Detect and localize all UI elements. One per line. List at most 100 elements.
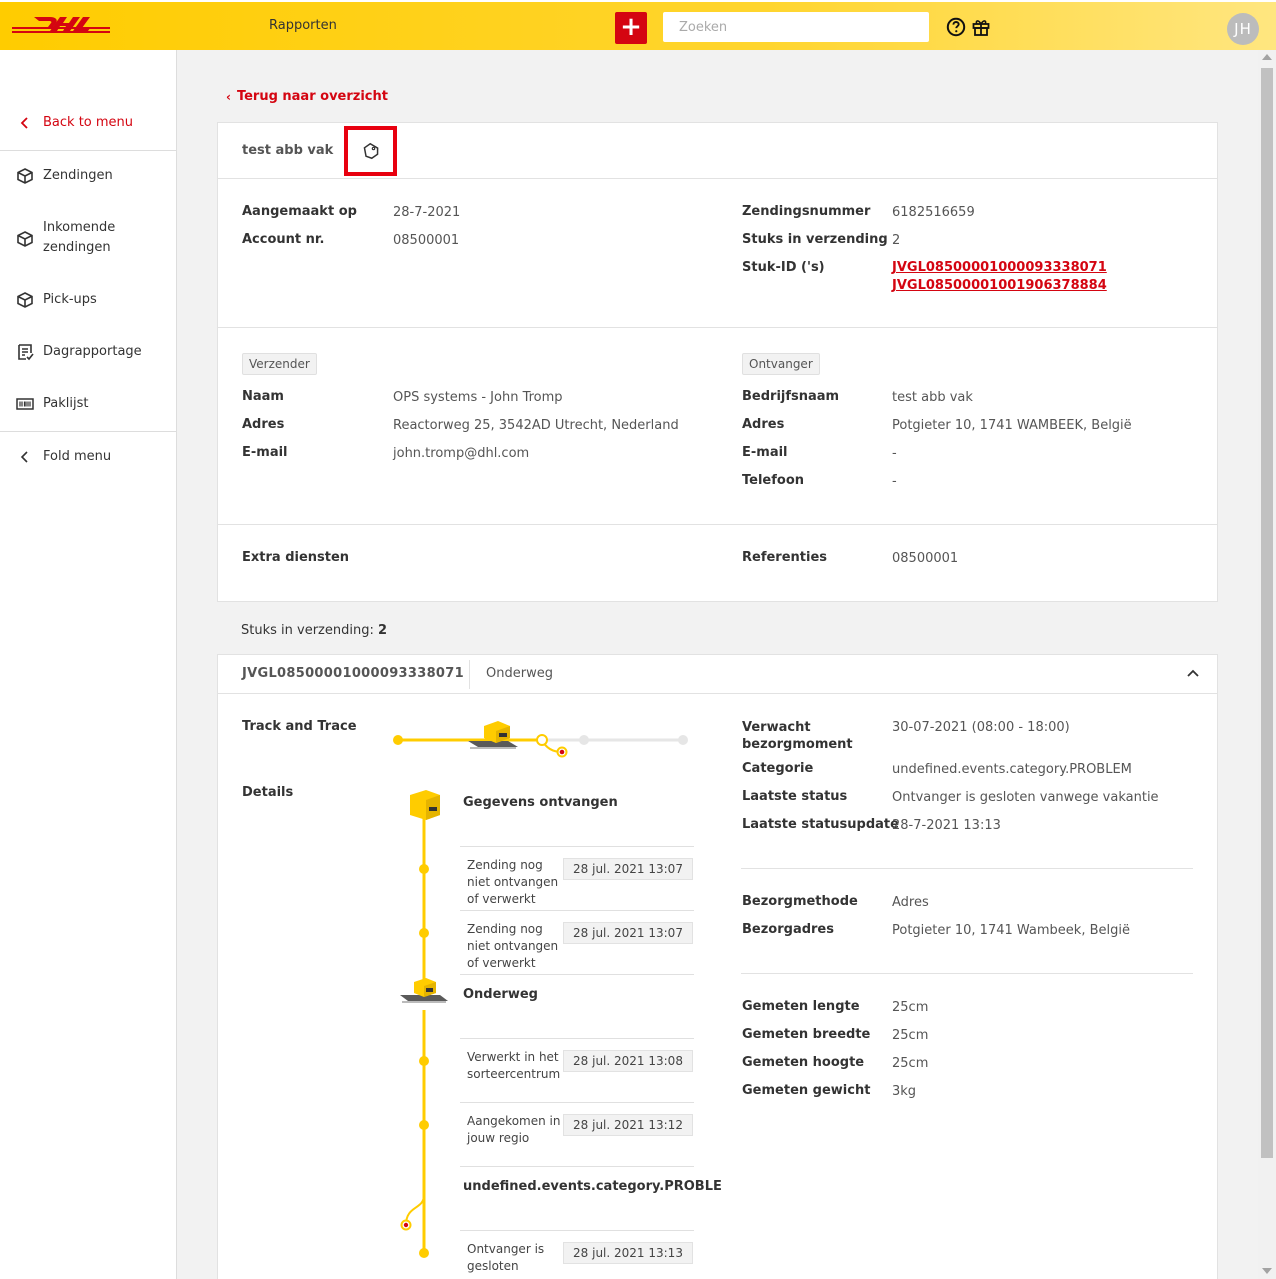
scrollbar-thumb[interactable] bbox=[1261, 68, 1273, 1158]
sender-email-value: john.tromp@dhl.com bbox=[393, 446, 530, 461]
event-divider bbox=[460, 1166, 694, 1167]
length-label: Gemeten lengte bbox=[742, 999, 860, 1014]
event-divider bbox=[460, 1102, 694, 1103]
piece-status: Onderweg bbox=[486, 666, 553, 681]
tag-button[interactable] bbox=[344, 126, 397, 176]
user-avatar[interactable]: JH bbox=[1227, 13, 1259, 45]
delivery-address-value: Potgieter 10, 1741 Wambeek, België bbox=[892, 923, 1130, 938]
chevron-up-icon[interactable] bbox=[1186, 666, 1200, 680]
piece-card: JVGL08500001000093338071 Onderweg Track … bbox=[217, 654, 1218, 1279]
event-time: 28 jul. 2021 13:07 bbox=[563, 922, 693, 944]
back-to-overview-label: Terug naar overzicht bbox=[236, 89, 388, 104]
height-label: Gemeten hoogte bbox=[742, 1055, 865, 1070]
conveyor-icon bbox=[400, 978, 448, 1003]
header-separator bbox=[469, 660, 470, 689]
pieces-summary: Stuks in verzending: 2 bbox=[241, 623, 387, 638]
timeline-line bbox=[400, 790, 448, 1258]
pieces-label: Stuks in verzending bbox=[742, 232, 888, 247]
receiver-company-value: test abb vak bbox=[892, 390, 973, 405]
piece-card-header[interactable]: JVGL08500001000093338071 Onderweg bbox=[218, 655, 1217, 694]
shipment-number-label: Zendingsnummer bbox=[742, 204, 871, 219]
sidebar-item-label: Dagrapportage bbox=[43, 344, 142, 359]
package-icon bbox=[17, 231, 33, 247]
sender-name-value: OPS systems - John Tromp bbox=[393, 390, 563, 405]
sidebar-item-paklijst[interactable]: Paklijst bbox=[0, 394, 176, 414]
shipment-card: test abb vak Aangemaakt op 28-7-2021 Acc… bbox=[217, 122, 1218, 602]
sidebar: Back to menu Zendingen Inkomende zending… bbox=[0, 50, 177, 1279]
weight-label: Gemeten gewicht bbox=[742, 1083, 871, 1098]
sidebar-item-label: Paklijst bbox=[43, 396, 89, 411]
sender-address-label: Adres bbox=[242, 417, 285, 432]
event-divider bbox=[460, 1230, 694, 1231]
event-divider bbox=[460, 974, 694, 975]
chevron-left-icon bbox=[20, 451, 28, 463]
gift-icon[interactable] bbox=[971, 17, 991, 37]
receiver-address-label: Adres bbox=[742, 417, 785, 432]
report-icon bbox=[18, 344, 34, 361]
event-divider bbox=[460, 910, 694, 911]
package-received-icon bbox=[410, 790, 440, 820]
delivery-method-label: Bezorgmethode bbox=[742, 894, 858, 909]
height-value: 25cm bbox=[892, 1056, 929, 1071]
piece-id-link[interactable]: JVGL08500001000093338071 bbox=[892, 260, 1107, 275]
event-time: 28 jul. 2021 13:07 bbox=[563, 858, 693, 880]
scroll-up-arrow[interactable] bbox=[1262, 54, 1272, 60]
references-label: Referenties bbox=[742, 550, 828, 565]
sidebar-back-to-menu[interactable]: Back to menu bbox=[0, 113, 176, 133]
last-status-label: Laatste status bbox=[742, 789, 848, 804]
details-label: Details bbox=[242, 785, 294, 800]
sender-email-label: E-mail bbox=[242, 445, 288, 460]
event-divider bbox=[460, 1038, 694, 1039]
section-divider bbox=[741, 868, 1193, 869]
references-value: 08500001 bbox=[892, 551, 959, 566]
weight-value: 3kg bbox=[892, 1084, 917, 1099]
sidebar-item-zendingen[interactable]: Zendingen bbox=[0, 166, 176, 186]
package-icon bbox=[17, 292, 33, 308]
event-description: Ontvanger is gesloten bbox=[467, 1242, 545, 1273]
conveyor-icon bbox=[468, 721, 518, 749]
sidebar-item-inkomende[interactable]: Inkomende zendingen bbox=[0, 218, 176, 258]
piece-id-link[interactable]: JVGL08500001001906378884 bbox=[892, 278, 1107, 293]
sender-address-value: Reactorweg 25, 3542AD Utrecht, Nederland bbox=[393, 418, 679, 433]
scroll-down-arrow[interactable] bbox=[1262, 1268, 1272, 1274]
pieces-value: 2 bbox=[892, 233, 901, 248]
pieces-summary-value: 2 bbox=[377, 623, 388, 638]
sidebar-item-dagrapportage[interactable]: Dagrapportage bbox=[0, 342, 176, 362]
receiver-company-label: Bedrijfsnaam bbox=[742, 389, 840, 404]
delivery-address-label: Bezorgadres bbox=[742, 922, 834, 937]
chevron-left-icon bbox=[20, 117, 28, 129]
category-value: undefined.events.category.PROBLEM bbox=[892, 762, 1132, 777]
created-value: 28-7-2021 bbox=[393, 205, 461, 220]
search-input[interactable] bbox=[663, 12, 929, 42]
event-time: 28 jul. 2021 13:13 bbox=[563, 1242, 693, 1264]
back-to-overview-link[interactable]: ‹ Terug naar overzicht bbox=[226, 89, 388, 104]
event-title: undefined.events.category.PROBLE bbox=[463, 1179, 722, 1194]
help-icon[interactable] bbox=[946, 17, 966, 37]
event-time: 28 jul. 2021 13:12 bbox=[563, 1114, 693, 1136]
top-header: Rapporten + JH bbox=[0, 0, 1276, 50]
sidebar-item-pickups[interactable]: Pick-ups bbox=[0, 290, 176, 310]
tag-icon bbox=[363, 142, 379, 160]
nav-rapporten[interactable]: Rapporten bbox=[269, 18, 337, 33]
section-divider bbox=[741, 973, 1193, 974]
package-icon bbox=[17, 168, 33, 184]
event-time: 28 jul. 2021 13:08 bbox=[563, 1050, 693, 1072]
new-shipment-button[interactable]: + bbox=[615, 12, 647, 44]
shipment-card-header: test abb vak bbox=[218, 123, 1217, 179]
account-label: Account nr. bbox=[242, 232, 325, 247]
sidebar-fold-menu[interactable]: Fold menu bbox=[0, 447, 176, 467]
created-label: Aangemaakt op bbox=[242, 204, 357, 219]
section-divider bbox=[218, 327, 1217, 328]
receiver-phone-label: Telefoon bbox=[742, 473, 805, 488]
event-title: Onderweg bbox=[463, 987, 538, 1002]
shipment-number-value: 6182516659 bbox=[892, 205, 975, 220]
track-trace-label: Track and Trace bbox=[242, 719, 357, 734]
sidebar-item-label: Zendingen bbox=[43, 168, 113, 183]
event-description: Zending nog niet ontvangen of verwerkt bbox=[467, 922, 559, 970]
event-description: Verwerkt in het sorteercentrum bbox=[467, 1050, 561, 1081]
extra-services-label: Extra diensten bbox=[242, 550, 350, 565]
sidebar-item-label: Pick-ups bbox=[43, 292, 97, 307]
account-value: 08500001 bbox=[393, 233, 460, 248]
dhl-logo[interactable] bbox=[12, 15, 110, 37]
width-label: Gemeten breedte bbox=[742, 1027, 871, 1042]
